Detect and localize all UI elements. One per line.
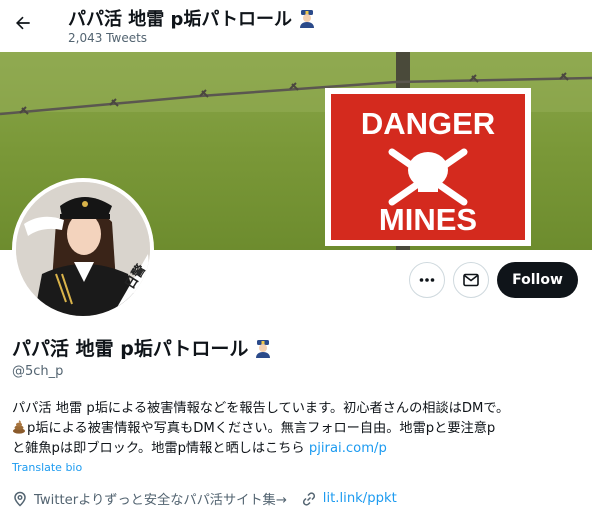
- bio-link[interactable]: pjirai.com/p: [309, 441, 387, 456]
- location-pin-icon: [14, 491, 26, 507]
- back-button[interactable]: [10, 10, 36, 36]
- follow-button[interactable]: Follow: [497, 262, 578, 298]
- translate-bio-link[interactable]: Translate bio: [12, 461, 82, 474]
- profile-header-bar: パパ活 地雷 p垢パトロール 2,043 Tweets: [0, 0, 592, 52]
- header-title: パパ活 地雷 p垢パトロール: [68, 5, 317, 31]
- sign-text-danger: DANGER: [361, 106, 495, 141]
- poop-icon: [13, 420, 25, 434]
- bio-line-1: パパ活 地雷 p垢による被害情報などを報告しています。初心者さんの相談はDMで。: [12, 401, 510, 416]
- profile-website-link[interactable]: lit.link/ppkt: [323, 491, 397, 506]
- more-icon: [419, 278, 435, 282]
- back-arrow-icon: [16, 16, 30, 30]
- profile-bio: パパ活 地雷 p垢による被害情報などを報告しています。初心者さんの相談はDMで。…: [12, 399, 584, 459]
- avatar[interactable]: 日警: [12, 178, 154, 320]
- bio-line-3: と雑魚pは即ブロック。地雷p情報と晒しはこちら: [12, 441, 309, 456]
- more-button[interactable]: [409, 262, 445, 298]
- bio-line-3-wrap: と雑魚pは即ブロック。地雷p情報と晒しはこちら pjirai.com/p: [12, 439, 584, 459]
- link-icon: [302, 491, 315, 506]
- police-officer-icon: [256, 339, 271, 358]
- bio-line-2-wrap: p垢による被害情報や写真もDMください。無言フォロー自由。地雷pと要注意p: [12, 419, 584, 439]
- tweet-count: 2,043 Tweets: [68, 31, 148, 45]
- header-title-text: パパ活 地雷 p垢パトロール: [68, 9, 292, 30]
- police-officer-icon: [299, 10, 314, 28]
- profile-name: パパ活 地雷 p垢パトロール: [12, 334, 273, 361]
- profile-location: Twitterよりずっと安全なパパ活サイト集→: [34, 493, 287, 508]
- bio-line-2: p垢による被害情報や写真もDMください。無言フォロー自由。地雷pと要注意p: [27, 421, 496, 436]
- profile-meta: Twitterよりずっと安全なパパ活サイト集→ lit.link/ppkt: [12, 489, 397, 508]
- message-button[interactable]: [453, 262, 489, 298]
- profile-handle: @5ch_p: [12, 364, 64, 379]
- envelope-icon: [463, 273, 479, 287]
- sign-text-mines: MINES: [379, 202, 477, 237]
- profile-name-text: パパ活 地雷 p垢パトロール: [12, 338, 249, 360]
